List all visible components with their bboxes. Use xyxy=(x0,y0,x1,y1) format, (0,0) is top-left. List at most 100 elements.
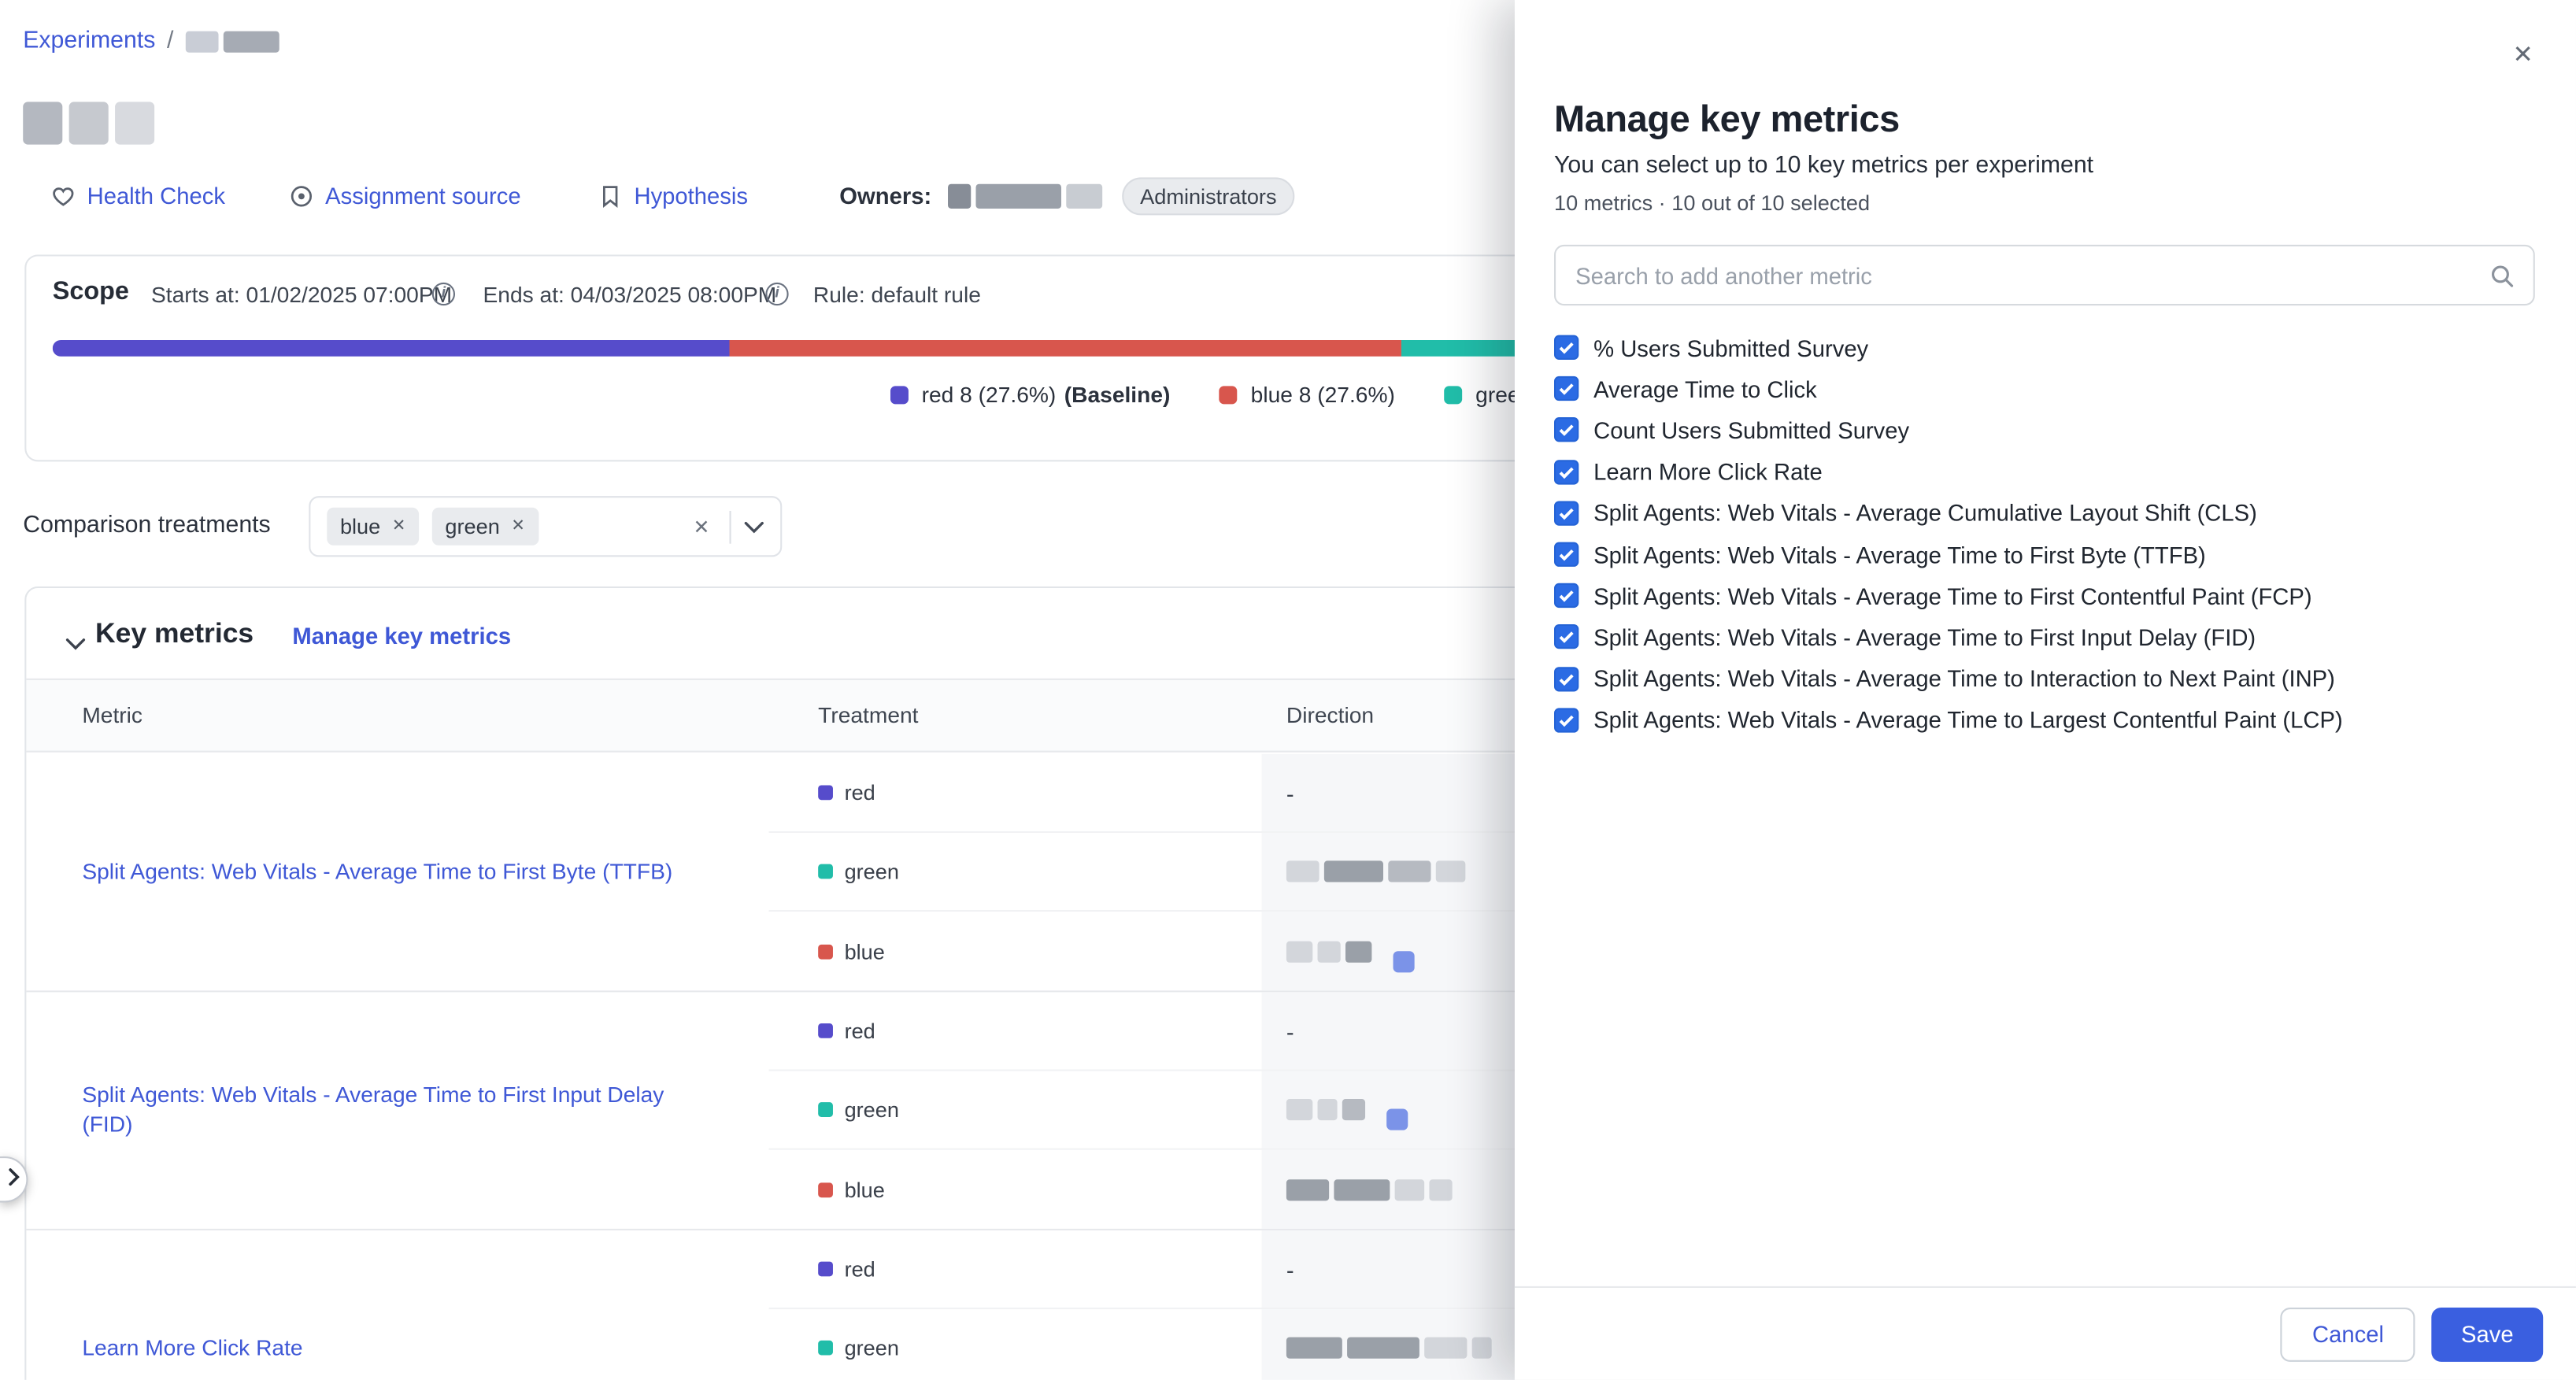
metric-checkbox[interactable] xyxy=(1554,460,1579,484)
scope-starts-at: Starts at: 01/02/2025 07:00PM xyxy=(151,283,452,307)
chevron-down-icon[interactable] xyxy=(744,512,764,542)
panel-footer: Cancel Save xyxy=(1515,1286,2576,1380)
metric-checkbox[interactable] xyxy=(1554,666,1579,690)
metric-checkbox[interactable] xyxy=(1554,376,1579,401)
redacted-direction-value xyxy=(1286,1337,1342,1359)
info-icon[interactable]: i xyxy=(765,283,788,305)
close-icon[interactable]: ✕ xyxy=(2506,33,2540,76)
chip-remove-icon[interactable]: ✕ xyxy=(392,517,406,535)
treatment-color-dot xyxy=(818,1341,833,1356)
metric-checkbox[interactable] xyxy=(1554,542,1579,567)
metric-checkbox-item[interactable]: Split Agents: Web Vitals - Average Time … xyxy=(1554,699,2540,741)
health-check-button[interactable]: Health Check xyxy=(51,183,225,209)
metric-checkbox-label: Split Agents: Web Vitals - Average Time … xyxy=(1593,624,2256,650)
comparison-treatments-select[interactable]: blue ✕ green ✕ ✕ xyxy=(309,496,782,557)
legend-baseline-tag: (Baseline) xyxy=(1064,383,1171,407)
metric-checkbox-item[interactable]: Average Time to Click xyxy=(1554,368,2540,410)
target-icon xyxy=(289,183,313,208)
metric-checkbox[interactable] xyxy=(1554,335,1579,360)
administrators-badge: Administrators xyxy=(1122,177,1294,215)
chip-remove-icon[interactable]: ✕ xyxy=(511,517,525,535)
metrics-selected-summary: 10 metrics · 10 out of 10 selected xyxy=(1554,191,1870,215)
treatment-chip[interactable]: blue ✕ xyxy=(327,508,419,546)
metric-checkbox-item[interactable]: Split Agents: Web Vitals - Average Cumul… xyxy=(1554,492,2540,534)
metric-link[interactable]: Split Agents: Web Vitals - Average Time … xyxy=(82,857,672,887)
chip-label: blue xyxy=(340,514,380,538)
metric-checkbox-item[interactable]: Split Agents: Web Vitals - Average Time … xyxy=(1554,534,2540,575)
metric-checkbox-item[interactable]: Split Agents: Web Vitals - Average Time … xyxy=(1554,616,2540,658)
treatment-color-dot xyxy=(818,864,833,879)
save-button[interactable]: Save xyxy=(2431,1307,2543,1361)
scope-ends-at: Ends at: 04/03/2025 08:00PM xyxy=(483,283,776,307)
metric-checkbox[interactable] xyxy=(1554,418,1579,442)
redacted-direction-value xyxy=(1347,1337,1419,1359)
legend-label: blue 8 (27.6%) xyxy=(1251,383,1395,407)
metric-checkbox[interactable] xyxy=(1554,708,1579,732)
direction-value: - xyxy=(1286,779,1294,805)
cancel-button[interactable]: Cancel xyxy=(2281,1307,2415,1361)
redacted-title-block xyxy=(115,102,154,144)
search-icon xyxy=(2489,263,2515,298)
clear-all-icon[interactable]: ✕ xyxy=(687,515,716,538)
metric-link[interactable]: Split Agents: Web Vitals - Average Time … xyxy=(82,1081,720,1141)
treatment-color-dot xyxy=(818,785,833,800)
legend-item: red 8 (27.6%) (Baseline) xyxy=(890,383,1170,407)
treatment-cell: red xyxy=(769,754,1262,831)
check-icon xyxy=(1557,670,1575,688)
legend-item: blue 8 (27.6%) xyxy=(1220,383,1395,407)
redacted-direction-value xyxy=(1345,941,1371,962)
metric-checkbox-label: Split Agents: Web Vitals - Average Time … xyxy=(1593,707,2343,733)
metric-checkbox[interactable] xyxy=(1554,501,1579,525)
metric-checkbox-item[interactable]: Learn More Click Rate xyxy=(1554,451,2540,493)
owners-section: Owners: xyxy=(839,183,1102,209)
legend-swatch xyxy=(890,386,909,404)
metric-checkbox[interactable] xyxy=(1554,583,1579,608)
chevron-right-icon xyxy=(7,1164,19,1194)
metric-link[interactable]: Learn More Click Rate xyxy=(82,1334,302,1363)
redacted-direction-value xyxy=(1472,1337,1492,1359)
check-icon xyxy=(1557,546,1575,564)
bar-segment-blue xyxy=(729,340,1401,357)
sidebar-expand-button[interactable] xyxy=(0,1156,28,1202)
metric-checkbox[interactable] xyxy=(1554,625,1579,649)
redacted-direction-value xyxy=(1388,860,1430,882)
metric-checkbox-label: % Users Submitted Survey xyxy=(1593,335,1868,361)
collapse-chevron-down-icon[interactable] xyxy=(65,629,85,659)
metric-checkbox-label: Learn More Click Rate xyxy=(1593,459,1823,485)
redacted-direction-value xyxy=(1436,860,1466,882)
info-icon[interactable]: i xyxy=(432,283,455,305)
direction-badge-icon xyxy=(1386,1109,1408,1130)
column-header-metric: Metric xyxy=(26,703,768,727)
redacted-direction-value xyxy=(1318,941,1341,962)
owners-label: Owners: xyxy=(839,183,931,209)
metric-search-input[interactable] xyxy=(1556,246,2533,304)
assignment-source-label: Assignment source xyxy=(325,183,520,209)
treatment-name: green xyxy=(845,1335,899,1360)
metric-checkbox-item[interactable]: % Users Submitted Survey xyxy=(1554,327,2540,368)
metric-checkbox-label: Split Agents: Web Vitals - Average Time … xyxy=(1593,583,2312,609)
metric-cell: Split Agents: Web Vitals - Average Time … xyxy=(26,992,768,1228)
treatment-chip[interactable]: green ✕ xyxy=(432,508,539,546)
chip-label: green xyxy=(445,514,499,538)
treatment-color-dot xyxy=(818,1182,833,1197)
redacted-direction-value xyxy=(1334,1178,1390,1200)
metric-checkbox-list: % Users Submitted Survey Average Time to … xyxy=(1554,327,2540,741)
hypothesis-button[interactable]: Hypothesis xyxy=(598,183,748,209)
metric-checkbox-item[interactable]: Split Agents: Web Vitals - Average Time … xyxy=(1554,575,2540,617)
metric-checkbox-label: Count Users Submitted Survey xyxy=(1593,417,1909,443)
metric-checkbox-item[interactable]: Split Agents: Web Vitals - Average Time … xyxy=(1554,658,2540,700)
check-icon xyxy=(1557,628,1575,646)
treatment-name: red xyxy=(845,1019,875,1043)
breadcrumb-experiments-link[interactable]: Experiments xyxy=(23,28,155,54)
legend-swatch xyxy=(1220,386,1238,404)
redacted-direction-value xyxy=(1342,1099,1365,1120)
check-icon xyxy=(1557,380,1575,398)
assignment-source-button[interactable]: Assignment source xyxy=(289,183,520,209)
legend-label: red 8 (27.6%) xyxy=(922,383,1057,407)
treatment-cell: green xyxy=(769,833,1262,910)
metric-checkbox-item[interactable]: Count Users Submitted Survey xyxy=(1554,409,2540,451)
redacted-owner-block xyxy=(1066,183,1102,208)
treatment-name: red xyxy=(845,1256,875,1281)
manage-key-metrics-link[interactable]: Manage key metrics xyxy=(292,623,511,649)
treatment-cell: blue xyxy=(769,1150,1262,1229)
